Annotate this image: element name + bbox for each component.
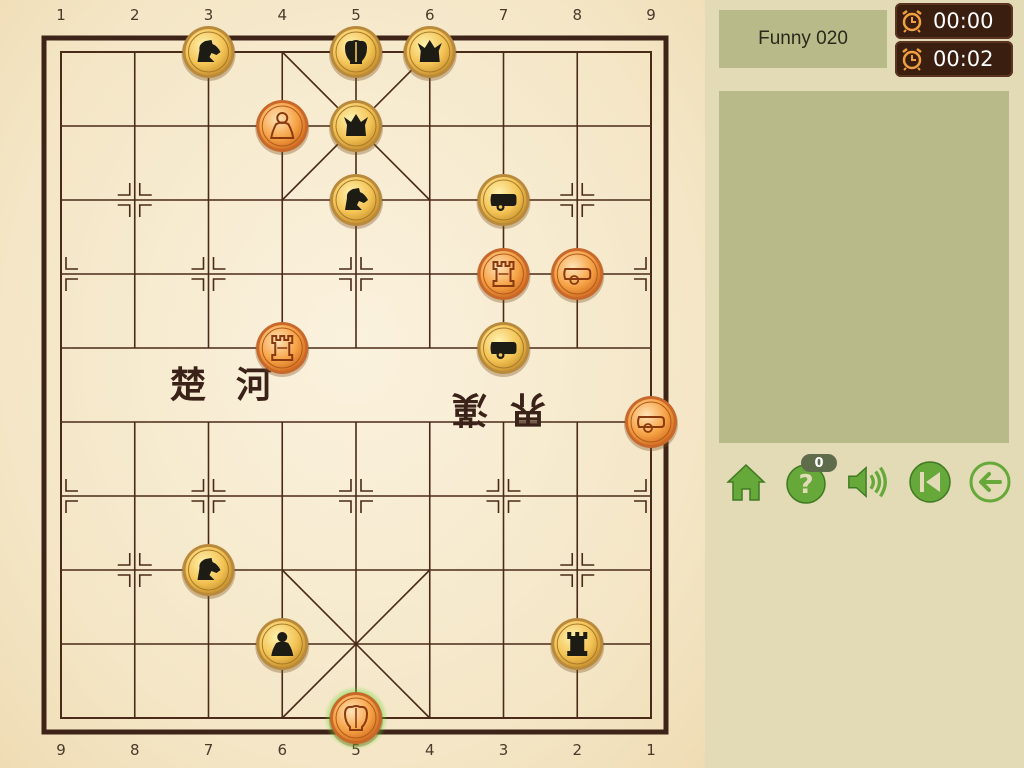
timer-value: 00:02 <box>933 47 994 71</box>
file-label-top: 2 <box>130 6 140 24</box>
black-horse-piece[interactable] <box>181 26 236 81</box>
restart-button[interactable] <box>907 458 953 506</box>
board-area: 楚 河 漢 界 1 2 3 4 5 6 7 8 9 9 8 7 6 5 4 3 2 1 <box>0 0 705 768</box>
file-label-bottom: 8 <box>130 741 140 759</box>
xiangqi-board[interactable]: 楚 河 漢 界 1 2 3 4 5 6 7 8 9 9 8 7 6 5 4 3 2 1 <box>0 0 705 768</box>
file-label-top: 1 <box>56 6 66 24</box>
level-title: Funny 020 <box>719 10 887 68</box>
chariot-icon <box>567 632 588 656</box>
side-panel: Funny 020 00:00 00:02 ? 0 <box>705 0 1024 768</box>
svg-text:?: ? <box>798 470 813 500</box>
file-label-bottom: 6 <box>277 741 287 759</box>
river-char: 楚 <box>170 364 206 406</box>
alarm-clock-icon <box>895 3 929 39</box>
river-label-right: 漢 界 <box>451 388 546 430</box>
timer-top: 00:00 <box>895 3 1013 39</box>
timer-bottom: 00:02 <box>895 41 1013 77</box>
file-label-bottom: 7 <box>204 741 214 759</box>
timer-value: 00:00 <box>933 9 994 33</box>
black-advisor-piece[interactable] <box>329 100 383 155</box>
red-chariot-piece[interactable] <box>255 322 310 377</box>
red-cannon-piece[interactable] <box>550 248 605 303</box>
black-horse-piece[interactable] <box>181 544 236 599</box>
arrow-left-icon <box>969 461 1011 503</box>
alarm-clock-icon <box>895 41 929 77</box>
river-char: 漢 <box>451 388 488 430</box>
black-horse-piece[interactable] <box>329 174 383 229</box>
red-advisor-piece[interactable] <box>255 100 310 155</box>
red-general-piece[interactable] <box>324 686 388 750</box>
file-label-top: 6 <box>425 6 435 24</box>
file-label-bottom: 3 <box>499 741 509 759</box>
skip-back-icon <box>909 461 951 503</box>
file-labels-top: 1 2 3 4 5 6 7 8 9 <box>56 6 656 24</box>
file-label-top: 9 <box>646 6 656 24</box>
file-label-top: 4 <box>277 6 287 24</box>
black-cannon-piece[interactable] <box>476 174 531 229</box>
file-label-bottom: 4 <box>425 741 435 759</box>
file-label-bottom: 9 <box>56 741 66 759</box>
black-cannon-piece[interactable] <box>476 322 531 377</box>
file-label-bottom: 1 <box>646 741 656 759</box>
undo-button[interactable] <box>967 458 1013 506</box>
file-label-top: 3 <box>204 6 214 24</box>
speaker-icon <box>848 466 887 498</box>
black-advisor-piece[interactable] <box>402 26 457 81</box>
black-chariot-piece[interactable] <box>550 618 605 673</box>
river-label-left: 楚 河 <box>170 364 272 406</box>
home-button[interactable] <box>723 458 769 506</box>
black-general-piece[interactable] <box>329 26 383 81</box>
red-chariot-piece[interactable] <box>476 248 531 303</box>
home-icon <box>726 463 766 501</box>
hint-count-badge: 0 <box>801 454 837 472</box>
file-label-top: 7 <box>499 6 509 24</box>
sound-button[interactable] <box>845 458 891 506</box>
move-list-panel[interactable] <box>719 91 1009 443</box>
file-label-top: 5 <box>351 6 361 24</box>
black-soldier-piece[interactable] <box>255 618 310 673</box>
red-cannon-piece[interactable] <box>624 396 678 451</box>
river-char: 界 <box>510 388 546 430</box>
file-label-bottom: 2 <box>572 741 582 759</box>
file-label-top: 8 <box>572 6 582 24</box>
